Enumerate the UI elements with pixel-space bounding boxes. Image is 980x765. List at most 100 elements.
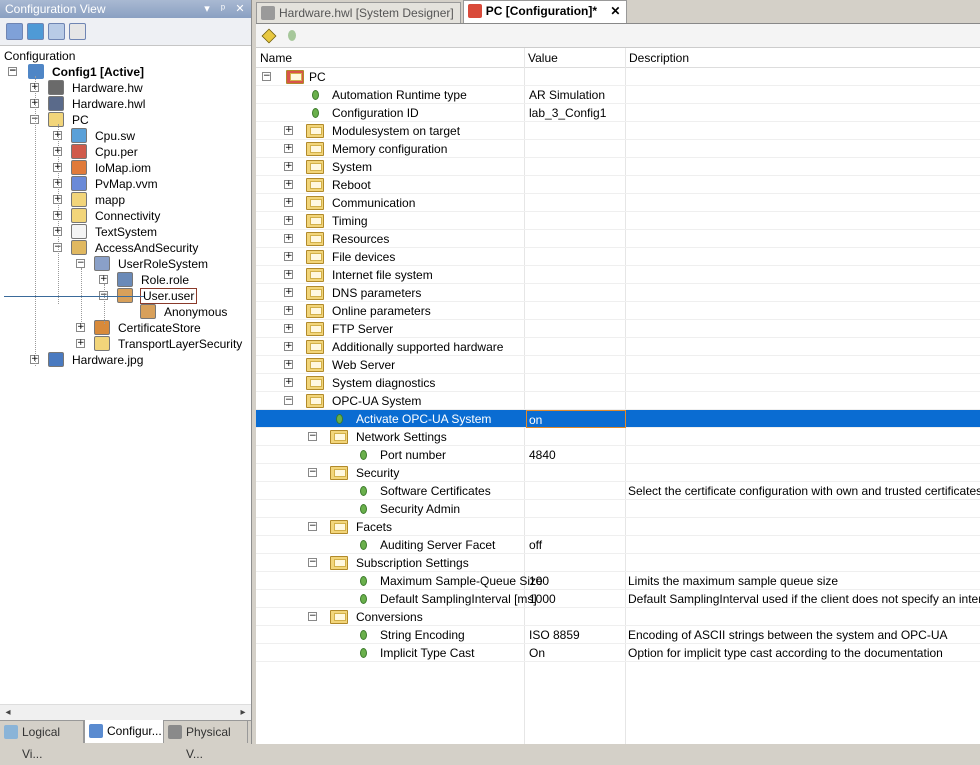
grid-row[interactable]: Port number 4840 — [256, 446, 980, 464]
tree-item[interactable]: − UserRoleSystem — [76, 256, 208, 272]
expand-icon[interactable]: + — [284, 126, 293, 135]
tree-item[interactable]: − AccessAndSecurity — [53, 240, 198, 256]
column-description[interactable]: Description — [625, 48, 689, 68]
grid-row[interactable]: Maximum Sample-Queue Size 100 Limits the m… — [256, 572, 980, 590]
tree-item[interactable]: + PvMap.vvm — [53, 176, 158, 192]
tab-physical-view[interactable]: Physical V... — [164, 721, 248, 761]
grid-row[interactable]: Automation Runtime type AR Simulation — [256, 86, 980, 104]
close-icon[interactable]: ✕ — [233, 0, 247, 18]
expand-icon[interactable]: + — [284, 342, 293, 351]
row-value[interactable]: lab_3_Config1 — [528, 104, 606, 122]
grid-row[interactable]: − OPC-UA System — [256, 392, 980, 410]
grid-row[interactable]: Default SamplingInterval [ms] 1000 Default… — [256, 590, 980, 608]
grid-row[interactable]: + Web Server — [256, 356, 980, 374]
expand-icon[interactable]: + — [284, 162, 293, 171]
grid-row[interactable]: − Conversions — [256, 608, 980, 626]
cube-icon[interactable] — [27, 23, 44, 40]
dropdown-icon[interactable]: ▾ — [200, 0, 214, 18]
tree-item[interactable]: + Cpu.sw — [53, 128, 135, 144]
grid-row[interactable]: Auditing Server Facet off — [256, 536, 980, 554]
grid-row[interactable]: + Resources — [256, 230, 980, 248]
collapse-icon[interactable]: − — [308, 522, 317, 531]
navigate-icon[interactable] — [261, 28, 277, 44]
expand-icon[interactable]: + — [284, 216, 293, 225]
grid-row[interactable]: Implicit Type Cast On Option for implicit … — [256, 644, 980, 662]
row-value[interactable]: On — [528, 644, 545, 662]
tree-item[interactable]: + Hardware.hw — [30, 80, 143, 96]
collapse-icon[interactable]: − — [76, 259, 85, 268]
scroll-right-icon[interactable]: ▸ — [235, 705, 251, 721]
tree-item[interactable]: Anonymous — [122, 304, 227, 320]
row-value[interactable]: ISO 8859 — [528, 626, 580, 644]
table-icon[interactable] — [48, 23, 65, 40]
row-value[interactable]: off — [528, 536, 542, 554]
collapse-icon[interactable]: − — [308, 612, 317, 621]
collapse-icon[interactable]: − — [308, 432, 317, 441]
properties-icon[interactable] — [69, 23, 86, 40]
tree-item[interactable]: + Hardware.hwl — [30, 96, 145, 112]
column-name[interactable]: Name — [256, 48, 292, 68]
close-tab-icon[interactable]: ✕ — [610, 4, 620, 18]
tree-item[interactable]: + Hardware.jpg — [30, 352, 143, 368]
grid-root-row[interactable]: − PC — [256, 68, 980, 86]
tree-item[interactable]: + TransportLayerSecurity — [76, 336, 242, 352]
collapse-icon[interactable]: − — [308, 558, 317, 567]
grid-row[interactable]: − Security — [256, 464, 980, 482]
leaf-icon[interactable] — [288, 30, 296, 41]
expand-icon[interactable]: + — [284, 144, 293, 153]
configurations-icon[interactable] — [6, 23, 23, 40]
tab-pc-configuration[interactable]: PC [Configuration]* ✕ — [462, 0, 628, 23]
grid-row[interactable]: Security Admin — [256, 500, 980, 518]
expand-icon[interactable]: + — [76, 339, 85, 348]
row-value[interactable]: 4840 — [528, 446, 556, 464]
grid-row[interactable]: + System diagnostics — [256, 374, 980, 392]
expand-icon[interactable]: + — [284, 252, 293, 261]
grid-row[interactable]: String Encoding ISO 8859 Encoding of ASCII… — [256, 626, 980, 644]
grid-row[interactable]: + Reboot — [256, 176, 980, 194]
grid-row[interactable]: + Online parameters — [256, 302, 980, 320]
grid-row[interactable]: + DNS parameters — [256, 284, 980, 302]
grid-row[interactable]: − Subscription Settings — [256, 554, 980, 572]
tree-item[interactable]: + Cpu.per — [53, 144, 138, 160]
expand-icon[interactable]: + — [284, 198, 293, 207]
tab-logical-view[interactable]: Logical Vi... — [0, 721, 84, 761]
tree-item[interactable]: + Connectivity — [53, 208, 160, 224]
tree-item[interactable]: + Role.role — [99, 272, 189, 288]
grid-row[interactable]: Software Certificates Select the certific… — [256, 482, 980, 500]
expand-icon[interactable]: + — [284, 360, 293, 369]
grid-row[interactable]: + FTP Server — [256, 320, 980, 338]
expand-icon[interactable]: + — [284, 306, 293, 315]
tree-item[interactable]: + TextSystem — [53, 224, 157, 240]
expand-icon[interactable]: + — [284, 378, 293, 387]
grid-row[interactable]: + Additionally supported hardware — [256, 338, 980, 356]
collapse-icon[interactable]: − — [308, 468, 317, 477]
tree-item[interactable]: − PC — [30, 112, 89, 128]
grid-row[interactable]: + Communication — [256, 194, 980, 212]
expand-icon[interactable]: + — [99, 275, 108, 284]
expand-icon[interactable]: + — [284, 324, 293, 333]
tree-item[interactable]: + mapp — [53, 192, 125, 208]
horizontal-scrollbar[interactable]: ◂ ▸ — [0, 704, 251, 720]
scroll-left-icon[interactable]: ◂ — [0, 705, 16, 721]
value-editor[interactable]: on — [526, 410, 626, 428]
collapse-icon[interactable]: − — [262, 72, 271, 81]
grid-row[interactable]: Activate OPC-UA System on — [256, 410, 980, 428]
tree-item[interactable]: + CertificateStore — [76, 320, 201, 336]
grid-row[interactable]: + Timing — [256, 212, 980, 230]
column-value[interactable]: Value — [524, 48, 558, 68]
row-value[interactable]: AR Simulation — [528, 86, 605, 104]
expand-icon[interactable]: + — [284, 234, 293, 243]
expand-icon[interactable]: + — [284, 180, 293, 189]
grid-row[interactable]: + Modulesystem on target — [256, 122, 980, 140]
collapse-icon[interactable]: − — [8, 67, 17, 76]
row-value[interactable]: 1000 — [528, 590, 556, 608]
collapse-icon[interactable]: − — [284, 396, 293, 405]
pin-icon[interactable]: ᵖ — [216, 0, 230, 18]
tab-hardware-system-designer[interactable]: Hardware.hwl [System Designer] — [256, 2, 461, 23]
tree-item[interactable]: + IoMap.iom — [53, 160, 151, 176]
expand-icon[interactable]: + — [284, 288, 293, 297]
grid-row[interactable]: + File devices — [256, 248, 980, 266]
tree-root-config[interactable]: − Config1 [Active] — [8, 64, 144, 80]
expand-icon[interactable]: + — [284, 270, 293, 279]
grid-row[interactable]: − Facets — [256, 518, 980, 536]
